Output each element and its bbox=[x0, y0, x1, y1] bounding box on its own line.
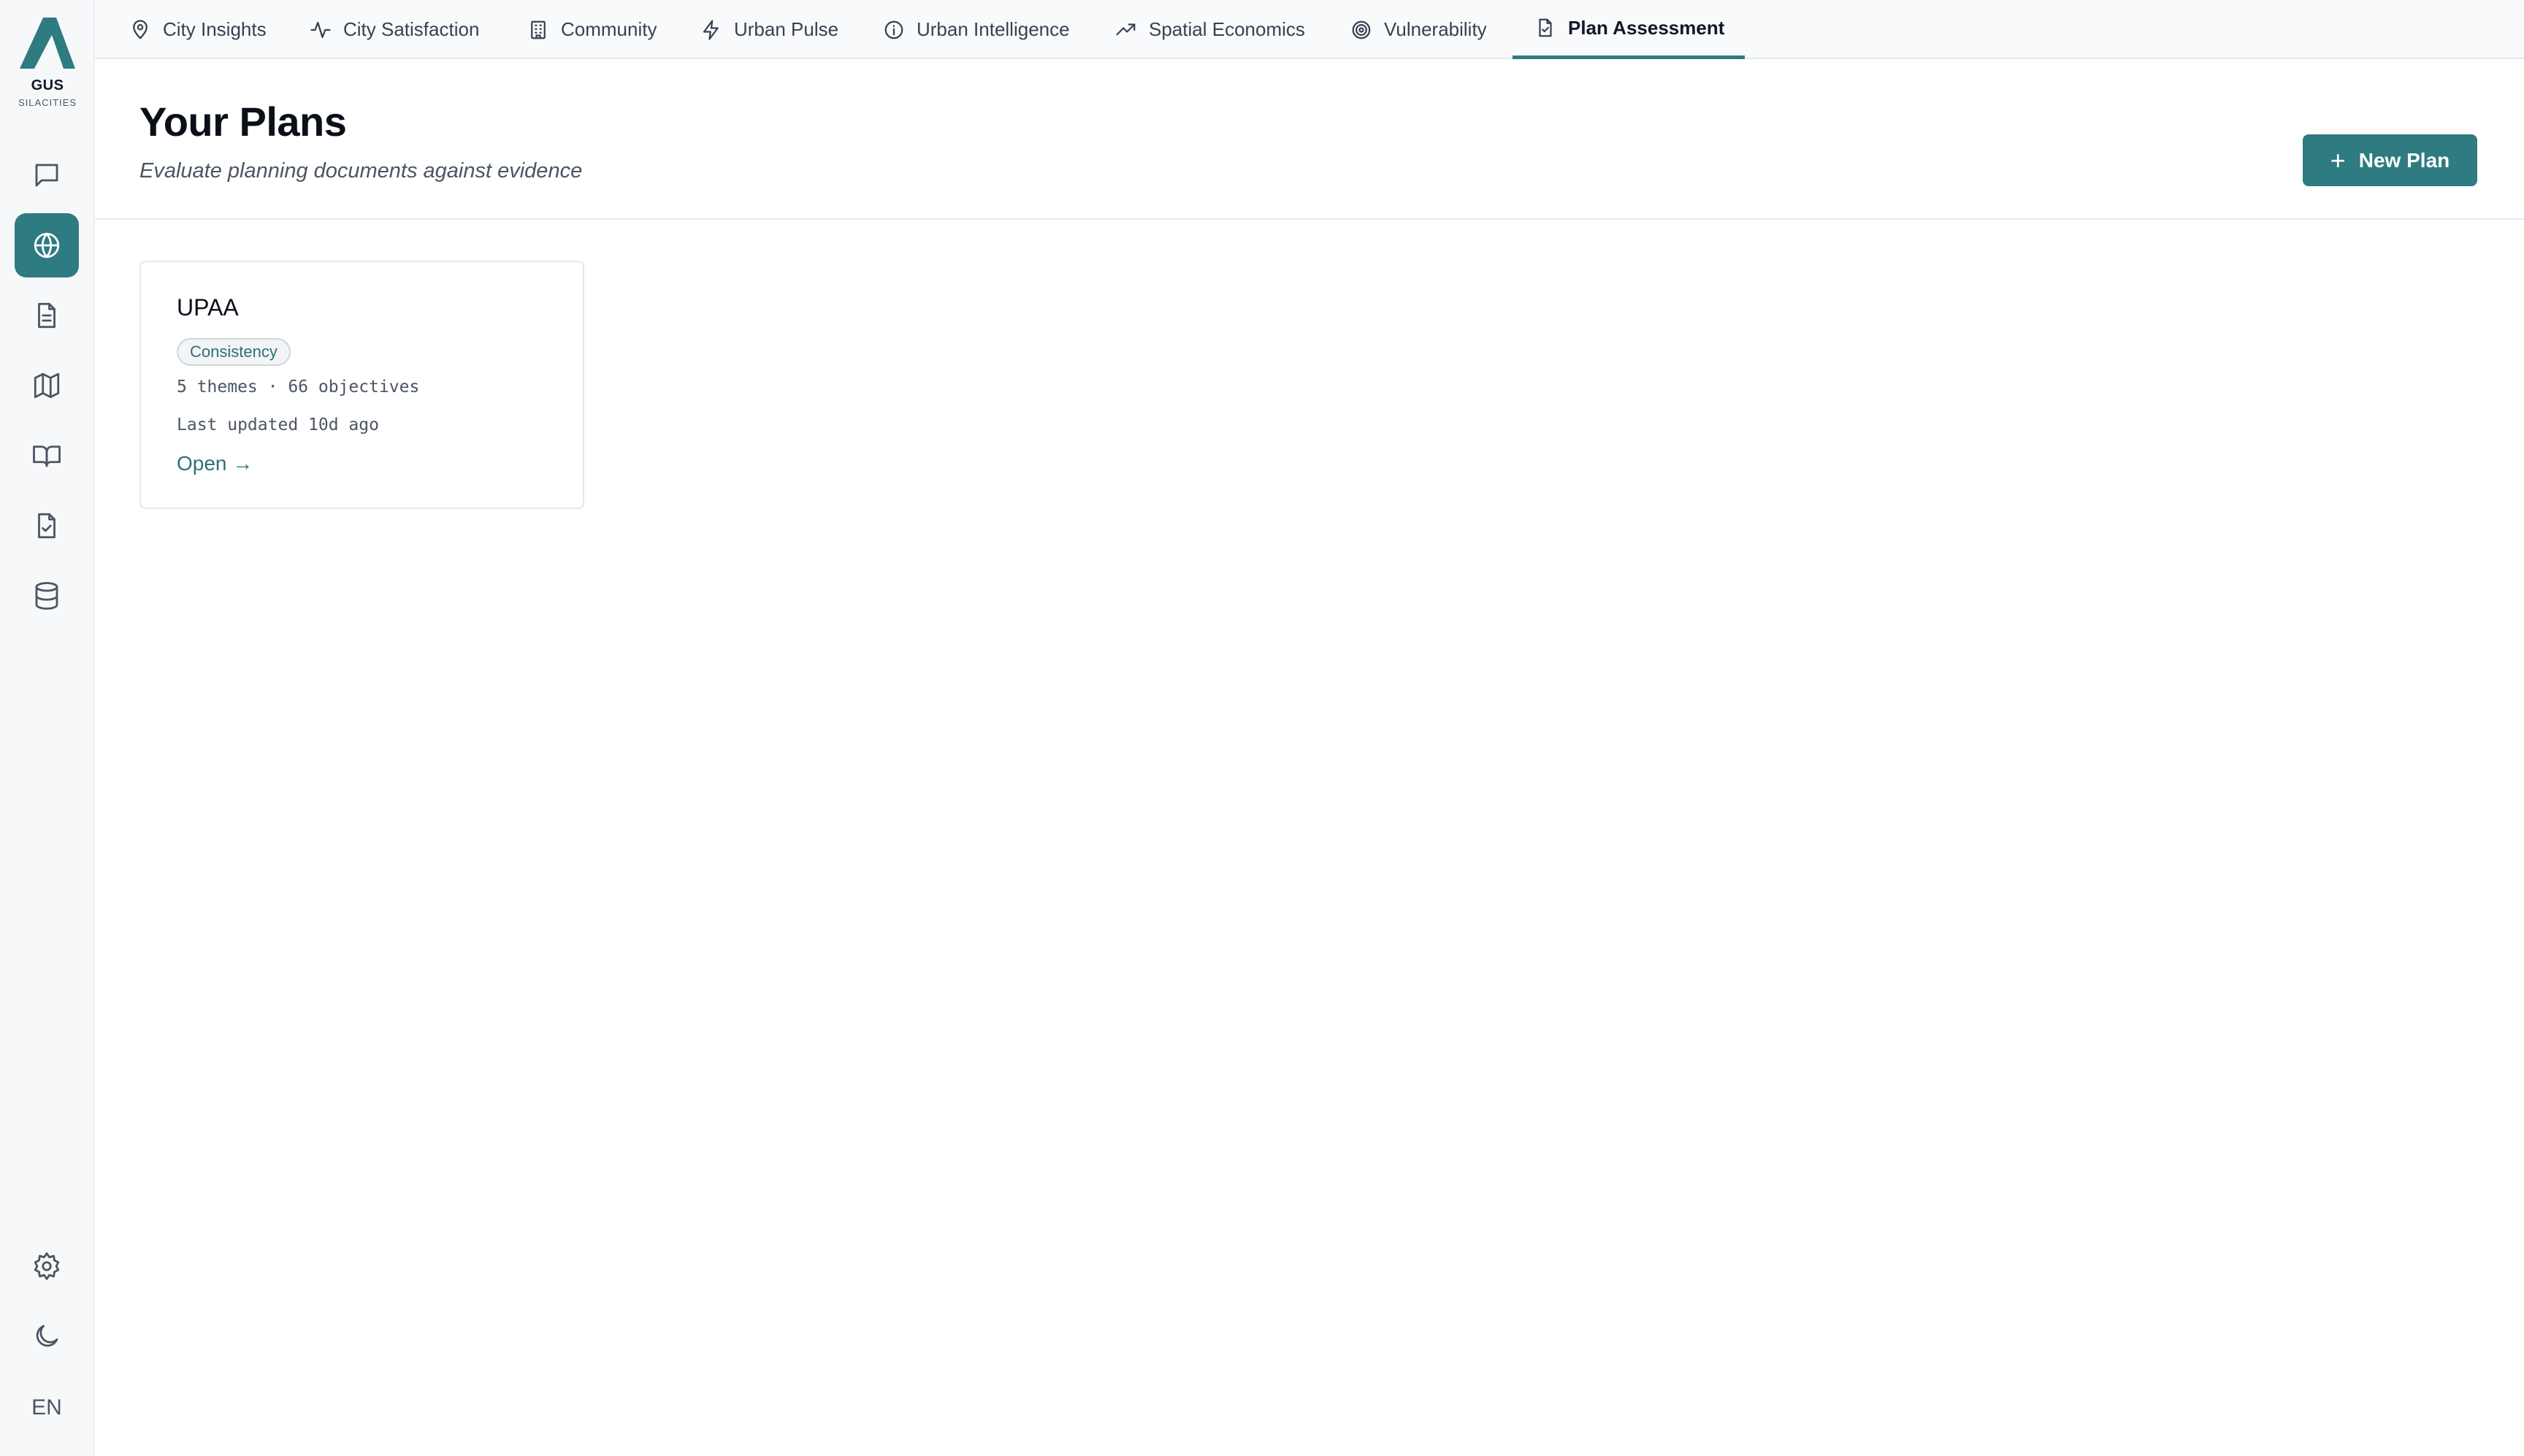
target-icon bbox=[1352, 20, 1371, 39]
file-check-icon bbox=[1539, 18, 1552, 37]
plan-stats: 5 themes · 66 objectives bbox=[177, 378, 420, 396]
tab-plan-assessment[interactable]: Plan Assessment bbox=[1513, 0, 1745, 59]
tab-city-insights[interactable]: City Insights bbox=[129, 0, 267, 59]
brand-subtitle: SILACITIES bbox=[18, 97, 77, 108]
sidebar-item-library[interactable] bbox=[15, 424, 79, 488]
globe-icon bbox=[34, 232, 60, 258]
chat-icon bbox=[35, 164, 58, 187]
plan-title: UPAA bbox=[177, 294, 239, 321]
tab-vulnerability[interactable]: Vulnerability bbox=[1350, 0, 1487, 59]
tab-label: Urban Pulse bbox=[734, 18, 839, 40]
app-root: GUS SILACITIES EN City Insights City Sat… bbox=[0, 0, 2524, 1456]
sidebar-item-chat[interactable] bbox=[15, 143, 79, 207]
sidebar-item-assessment[interactable] bbox=[15, 494, 79, 558]
book-icon bbox=[33, 445, 61, 467]
building-icon bbox=[531, 20, 546, 39]
settings-button[interactable] bbox=[15, 1234, 79, 1298]
file-check-icon bbox=[38, 513, 56, 539]
tab-label: Vulnerability bbox=[1384, 18, 1487, 40]
sidebar: GUS SILACITIES EN bbox=[0, 0, 95, 1456]
plan-card[interactable]: UPAA Consistency 5 themes · 66 objective… bbox=[139, 261, 584, 509]
activity-icon bbox=[310, 21, 331, 38]
sidebar-item-globe[interactable] bbox=[15, 213, 79, 277]
open-plan-link[interactable]: Open → bbox=[177, 452, 253, 475]
logo-mark-icon bbox=[20, 18, 75, 69]
tab-label: City Insights bbox=[163, 18, 267, 40]
tab-city-satisfaction[interactable]: City Satisfaction bbox=[310, 0, 479, 59]
sidebar-item-documents[interactable] bbox=[15, 283, 79, 348]
theme-toggle-button[interactable] bbox=[15, 1304, 79, 1368]
sidebar-item-map[interactable] bbox=[15, 353, 79, 418]
tab-label: City Satisfaction bbox=[343, 18, 480, 40]
moon-icon bbox=[36, 1325, 58, 1347]
gear-icon bbox=[34, 1252, 60, 1280]
page-subtitle: Evaluate planning documents against evid… bbox=[139, 159, 583, 183]
brand-name: GUS bbox=[31, 77, 64, 93]
database-icon bbox=[35, 582, 58, 610]
page-title: Your Plans bbox=[139, 99, 347, 145]
sidebar-item-data[interactable] bbox=[15, 564, 79, 628]
plus-icon: + bbox=[2330, 145, 2346, 175]
tab-label: Community bbox=[561, 18, 657, 40]
logo[interactable]: GUS SILACITIES bbox=[0, 18, 95, 108]
lightning-icon bbox=[703, 19, 719, 40]
document-icon bbox=[38, 302, 56, 329]
tab-label: Spatial Economics bbox=[1149, 18, 1305, 40]
new-plan-label: New Plan bbox=[2358, 148, 2450, 172]
plan-type-badge: Consistency bbox=[177, 338, 291, 366]
tab-label: Plan Assessment bbox=[1568, 16, 1725, 39]
map-pin-icon bbox=[133, 19, 148, 39]
plan-updated: Last updated 10d ago bbox=[177, 415, 379, 434]
tab-urban-intelligence[interactable]: Urban Intelligence bbox=[883, 0, 1070, 59]
trending-up-icon bbox=[1116, 23, 1136, 35]
header-divider bbox=[95, 218, 2524, 220]
top-nav: City Insights City Satisfaction Communit… bbox=[95, 0, 2524, 59]
tab-label: Urban Intelligence bbox=[917, 18, 1070, 40]
tab-community[interactable]: Community bbox=[527, 0, 657, 59]
language-selector[interactable]: EN bbox=[15, 1376, 79, 1440]
info-icon bbox=[884, 20, 903, 39]
new-plan-button[interactable]: + New Plan bbox=[2303, 134, 2477, 186]
tab-spatial-economics[interactable]: Spatial Economics bbox=[1115, 0, 1305, 59]
tab-urban-pulse[interactable]: Urban Pulse bbox=[700, 0, 838, 59]
map-icon bbox=[34, 372, 60, 399]
